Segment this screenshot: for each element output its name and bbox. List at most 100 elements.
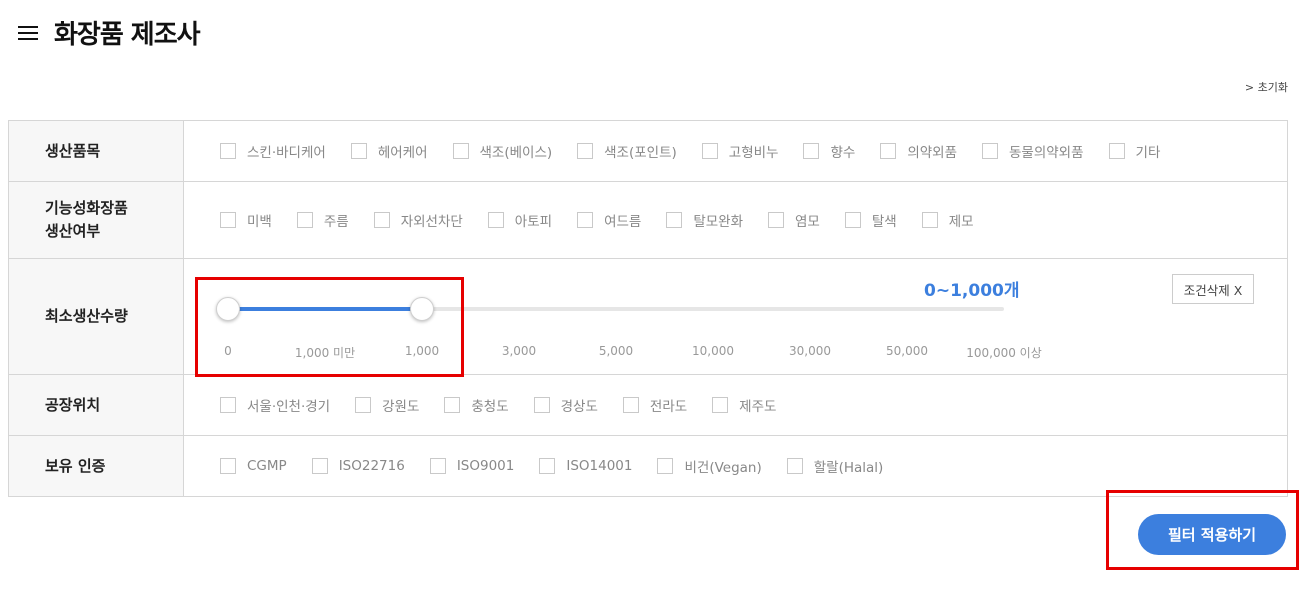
functional-option[interactable]: 염모 bbox=[768, 210, 820, 230]
reset-filters-link[interactable]: > 초기화 bbox=[1245, 79, 1288, 95]
location-option[interactable]: 전라도 bbox=[622, 395, 688, 415]
production-item-option[interactable]: 스킨·바디케어 bbox=[220, 141, 326, 161]
slider-track[interactable] bbox=[228, 307, 1004, 311]
location-option[interactable]: 충청도 bbox=[444, 395, 509, 415]
filter-row-production-items: 생산품목 스킨·바디케어 헤어케어 색조(베이스) 색조(포인트) 고형비누 향수 의약외품… bbox=[9, 121, 1287, 182]
option-label: 염모 bbox=[795, 214, 820, 230]
filter-label-location: 공장위치 bbox=[9, 375, 184, 435]
certification-option[interactable]: 비건(Vegan) bbox=[657, 456, 762, 476]
filter-row-certification: 보유 인증 CGMP ISO22716 ISO9001 ISO14001 비건(Vega… bbox=[9, 436, 1287, 496]
checkbox[interactable] bbox=[487, 212, 504, 228]
checkbox[interactable] bbox=[220, 212, 236, 228]
production-item-option[interactable]: 의약외품 bbox=[880, 141, 957, 161]
checkbox[interactable] bbox=[539, 458, 556, 474]
functional-option[interactable]: 주름 bbox=[296, 210, 349, 230]
filter-label-functional: 기능성화장품 생산여부 bbox=[9, 182, 184, 258]
option-label: 제모 bbox=[948, 214, 974, 230]
checkbox[interactable] bbox=[786, 458, 803, 474]
slider-tick-label: 5,000 bbox=[598, 344, 634, 358]
functional-option[interactable]: 여드름 bbox=[577, 210, 641, 230]
checkbox[interactable] bbox=[220, 143, 236, 159]
option-label: 주름 bbox=[323, 214, 349, 230]
checkbox[interactable] bbox=[429, 458, 446, 474]
option-label: 향수 bbox=[830, 145, 856, 161]
clear-condition-button[interactable]: 조건삭제 X bbox=[1172, 274, 1254, 304]
checkbox[interactable] bbox=[921, 212, 938, 228]
quantity-range-slider: 0 1,000 미만 1,000 3,000 5,000 10,000 30,000 50,0… bbox=[184, 259, 1287, 374]
checkbox[interactable] bbox=[452, 143, 469, 159]
apply-filter-button[interactable]: 필터 적용하기 bbox=[1138, 514, 1286, 555]
location-option[interactable]: 제주도 bbox=[712, 395, 776, 415]
option-label: 동물의약외품 bbox=[1009, 145, 1084, 161]
slider-tick-label: 3,000 bbox=[501, 344, 537, 358]
certification-option[interactable]: ISO22716 bbox=[311, 458, 405, 474]
checkbox[interactable] bbox=[350, 143, 367, 159]
checkbox[interactable] bbox=[982, 143, 998, 159]
option-label: 탈모완화 bbox=[693, 214, 744, 230]
checkbox[interactable] bbox=[577, 143, 594, 159]
production-item-option[interactable]: 기타 bbox=[1108, 141, 1161, 161]
production-item-option[interactable]: 색조(베이스) bbox=[452, 141, 552, 161]
production-item-option[interactable]: 헤어케어 bbox=[350, 141, 428, 161]
option-label: 비건(Vegan) bbox=[684, 460, 762, 476]
filter-label-functional-line1: 기능성화장품 bbox=[45, 199, 128, 217]
checkbox[interactable] bbox=[666, 212, 683, 228]
location-option[interactable]: 강원도 bbox=[355, 395, 419, 415]
checkbox[interactable] bbox=[220, 458, 236, 474]
checkbox[interactable] bbox=[844, 212, 861, 228]
slider-selected-range bbox=[228, 307, 422, 311]
production-item-option[interactable]: 동물의약외품 bbox=[982, 141, 1084, 161]
certification-option[interactable]: ISO14001 bbox=[539, 458, 632, 474]
checkbox[interactable] bbox=[296, 212, 313, 228]
functional-option[interactable]: 제모 bbox=[921, 210, 974, 230]
option-label: 기타 bbox=[1135, 145, 1161, 161]
functional-option[interactable]: 아토피 bbox=[487, 210, 552, 230]
checkbox[interactable] bbox=[355, 397, 372, 413]
checkbox[interactable] bbox=[701, 143, 718, 159]
certification-option[interactable]: CGMP bbox=[220, 458, 287, 474]
certification-option[interactable]: 할랄(Halal) bbox=[786, 456, 884, 476]
option-label: 할랄(Halal) bbox=[813, 460, 884, 476]
checkbox[interactable] bbox=[373, 212, 390, 228]
checkbox[interactable] bbox=[1108, 143, 1125, 159]
checkbox[interactable] bbox=[657, 458, 674, 474]
checkbox[interactable] bbox=[577, 212, 594, 228]
functional-option[interactable]: 자외선차단 bbox=[373, 210, 463, 230]
checkbox[interactable] bbox=[311, 458, 328, 474]
checkbox[interactable] bbox=[622, 397, 639, 413]
checkbox[interactable] bbox=[803, 143, 820, 159]
slider-tick-label: 10,000 bbox=[692, 344, 734, 358]
option-label: 전라도 bbox=[649, 399, 688, 415]
certification-option[interactable]: ISO9001 bbox=[429, 458, 515, 474]
slider-handle-min[interactable] bbox=[216, 297, 240, 321]
option-label: 탈색 bbox=[871, 214, 897, 230]
checkbox[interactable] bbox=[768, 212, 785, 228]
production-item-option[interactable]: 고형비누 bbox=[701, 141, 779, 161]
option-label: 강원도 bbox=[382, 399, 420, 415]
checkbox[interactable] bbox=[444, 397, 461, 413]
production-item-option[interactable]: 향수 bbox=[803, 141, 855, 161]
option-label: 스킨·바디케어 bbox=[247, 145, 326, 161]
production-item-option[interactable]: 색조(포인트) bbox=[577, 141, 677, 161]
option-label: ISO9001 bbox=[456, 458, 515, 474]
functional-option[interactable]: 미백 bbox=[220, 210, 272, 230]
checkbox[interactable] bbox=[712, 397, 729, 413]
slider-handle-max[interactable] bbox=[410, 297, 434, 321]
functional-option[interactable]: 탈모완화 bbox=[666, 210, 743, 230]
filter-row-location: 공장위치 서울·인천·경기 강원도 충청도 경상도 전라도 제주도 bbox=[9, 375, 1287, 436]
checkbox[interactable] bbox=[220, 397, 236, 413]
functional-option[interactable]: 탈색 bbox=[844, 210, 897, 230]
option-label: 고형비누 bbox=[728, 145, 779, 161]
location-option[interactable]: 서울·인천·경기 bbox=[220, 395, 330, 415]
min-quantity-content: 0 1,000 미만 1,000 3,000 5,000 10,000 30,000 50,0… bbox=[184, 259, 1287, 374]
filter-row-functional: 기능성화장품 생산여부 미백 주름 자외선차단 아토피 여드름 탈모완화 염모 탈색 제모 bbox=[9, 182, 1287, 259]
location-option[interactable]: 경상도 bbox=[533, 395, 598, 415]
options-production-items: 스킨·바디케어 헤어케어 색조(베이스) 색조(포인트) 고형비누 향수 의약외품 동물의약외… bbox=[184, 121, 1287, 181]
hamburger-menu-icon[interactable] bbox=[18, 24, 38, 40]
options-location: 서울·인천·경기 강원도 충청도 경상도 전라도 제주도 bbox=[184, 375, 1287, 435]
checkbox[interactable] bbox=[533, 397, 550, 413]
checkbox[interactable] bbox=[880, 143, 897, 159]
option-label: 여드름 bbox=[604, 214, 642, 230]
filter-table: 생산품목 스킨·바디케어 헤어케어 색조(베이스) 색조(포인트) 고형비누 향수 의약외품… bbox=[8, 120, 1288, 497]
option-label: 자외선차단 bbox=[400, 214, 463, 230]
